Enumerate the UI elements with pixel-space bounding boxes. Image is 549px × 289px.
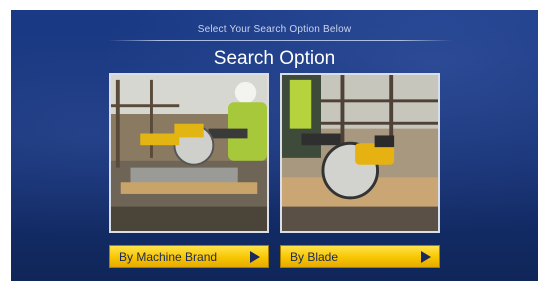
title-divider xyxy=(108,40,452,41)
play-arrow-icon xyxy=(421,250,431,263)
play-arrow-icon xyxy=(250,250,260,263)
instruction-text: Select Your Search Option Below xyxy=(197,24,352,35)
by-machine-brand-label: By Machine Brand xyxy=(119,249,218,264)
search-option-panel: Select Your Search Option Below Search O… xyxy=(11,10,538,281)
machine-brand-image[interactable] xyxy=(109,73,269,233)
by-machine-brand-button[interactable]: By Machine Brand xyxy=(109,245,269,268)
circular-saw-photo xyxy=(282,75,438,231)
blade-image[interactable] xyxy=(280,73,440,233)
miter-saw-photo xyxy=(111,75,267,231)
by-blade-button[interactable]: By Blade xyxy=(280,245,440,268)
page-title: Search Option xyxy=(213,48,336,69)
by-blade-label: By Blade xyxy=(290,249,339,264)
